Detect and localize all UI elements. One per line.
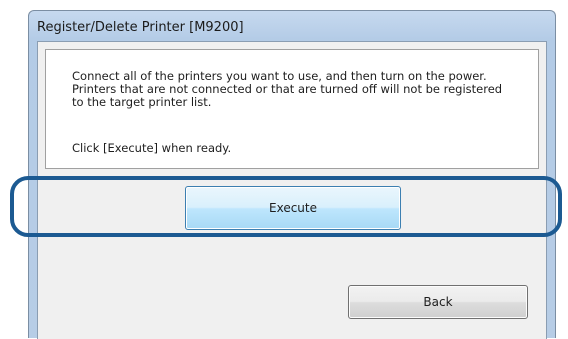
dialog-window: Register/Delete Printer [M9200] Connect … xyxy=(28,10,556,339)
message-line-4: Click [Execute] when ready. xyxy=(72,141,232,155)
title-bar: Register/Delete Printer [M9200] xyxy=(29,11,555,45)
message-line-3: to the target printer list. xyxy=(72,95,212,109)
back-button[interactable]: Back xyxy=(348,285,528,319)
message-panel: Connect all of the printers you want to … xyxy=(45,49,539,169)
window-title: Register/Delete Printer [M9200] xyxy=(37,20,244,35)
dialog-content: Connect all of the printers you want to … xyxy=(37,41,547,339)
execute-button[interactable]: Execute xyxy=(185,186,401,230)
